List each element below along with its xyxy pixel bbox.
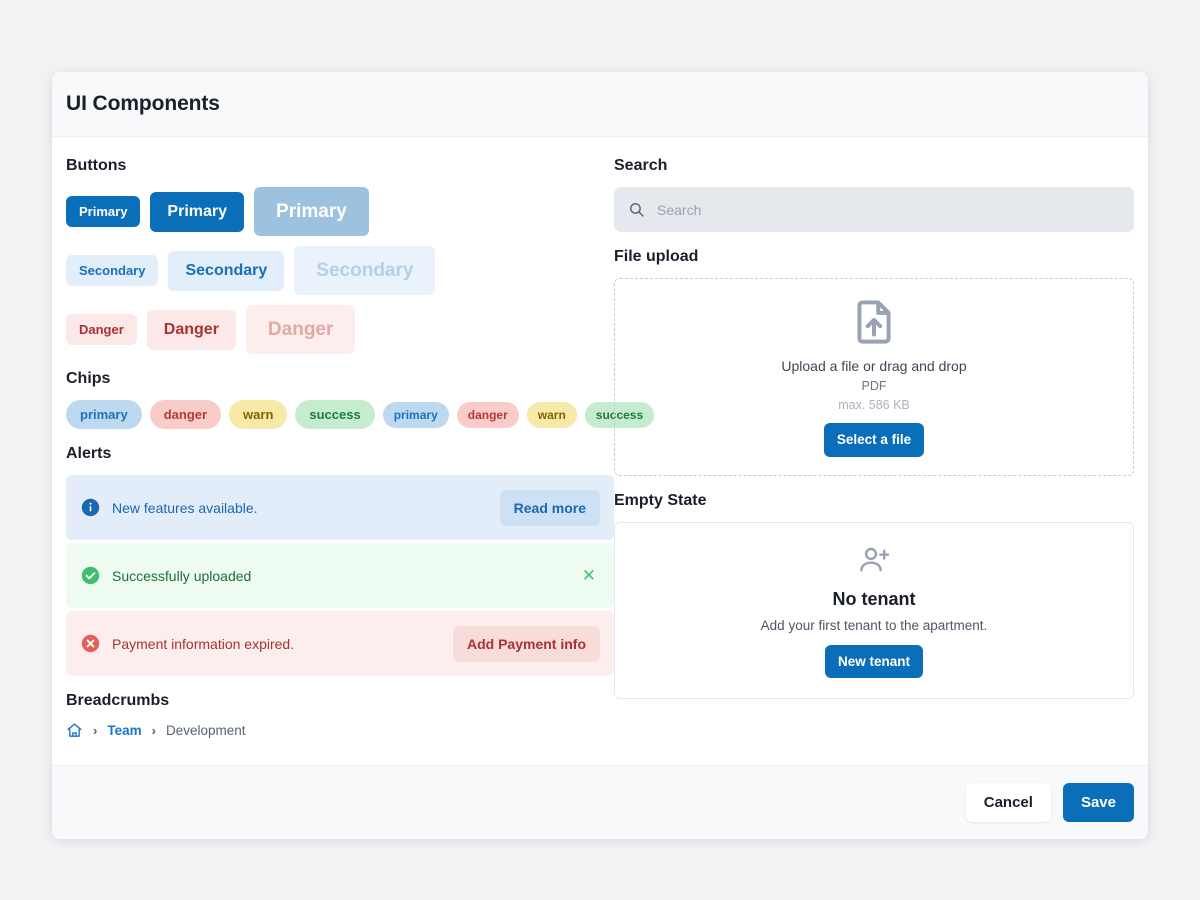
danger-button-small[interactable]: Danger [66, 314, 137, 345]
ui-components-card: UI Components Buttons Primary Primary Pr… [52, 72, 1148, 839]
section-title-buttons: Buttons [66, 157, 127, 174]
info-circle-icon [80, 498, 100, 518]
primary-button-row: Primary Primary Primary [66, 187, 614, 236]
chip-primary-large: primary [66, 400, 142, 429]
file-upload-icon [849, 297, 899, 347]
upload-file-types: PDF [861, 379, 887, 394]
secondary-button-medium[interactable]: Secondary [168, 250, 285, 291]
empty-state-description: Add your first tenant to the apartment. [760, 617, 988, 633]
section-title-breadcrumbs: Breadcrumbs [66, 692, 170, 709]
secondary-button-disabled: Secondary [294, 246, 436, 295]
person-add-icon [856, 543, 892, 579]
primary-button-medium[interactable]: Primary [150, 191, 245, 232]
cancel-button[interactable]: Cancel [965, 783, 1051, 822]
alert-info-action-button[interactable]: Read more [499, 489, 600, 526]
section-title-empty-state: Empty State [614, 492, 707, 509]
card-body: Buttons Primary Primary Primary Secondar… [52, 137, 1148, 765]
danger-button-row: Danger Danger Danger [66, 305, 614, 354]
alert-info: New features available. Read more [66, 475, 614, 540]
section-title-chips: Chips [66, 370, 111, 387]
alert-success-message: Successfully uploaded [112, 567, 252, 584]
new-tenant-button[interactable]: New tenant [824, 644, 923, 679]
close-icon[interactable]: ✕ [578, 565, 600, 586]
chip-danger-small: danger [456, 401, 519, 428]
chip-success-large: success [295, 400, 375, 429]
search-input[interactable] [655, 200, 1120, 219]
primary-button-disabled: Primary [254, 187, 369, 236]
section-title-search: Search [614, 157, 668, 174]
chip-warn-small: warn [526, 401, 577, 428]
secondary-button-small[interactable]: Secondary [66, 255, 159, 286]
alert-info-message: New features available. [112, 499, 258, 516]
breadcrumb-separator-1: › [93, 723, 98, 738]
card-footer: Cancel Save [52, 765, 1148, 839]
upload-max-size: max. 586 KB [838, 398, 910, 413]
breadcrumb: › Team › Development [66, 722, 614, 765]
danger-button-medium[interactable]: Danger [146, 309, 236, 350]
search-icon [628, 201, 645, 218]
breadcrumb-item-development: Development [165, 723, 246, 738]
check-circle-icon [80, 566, 100, 586]
file-upload-dropzone[interactable]: Upload a file or drag and drop PDF max. … [614, 278, 1134, 476]
empty-state-title: No tenant [832, 588, 916, 609]
upload-main-text: Upload a file or drag and drop [781, 358, 967, 375]
chip-warn-large: warn [229, 400, 288, 429]
card-header: UI Components [52, 72, 1148, 137]
section-title-file-upload: File upload [614, 248, 699, 265]
primary-button-small[interactable]: Primary [66, 196, 141, 227]
section-title-alerts: Alerts [66, 445, 112, 462]
save-button[interactable]: Save [1062, 783, 1134, 822]
right-column: Search File upload Upload a file or drag… [614, 137, 1148, 765]
empty-state-panel: No tenant Add your first tenant to the a… [614, 522, 1134, 699]
chip-danger-large: danger [149, 400, 222, 429]
alert-error-message: Payment information expired. [112, 635, 295, 652]
alert-success: Successfully uploaded ✕ [66, 543, 614, 608]
alert-error: Payment information expired. Add Payment… [66, 611, 614, 676]
page-title: UI Components [66, 92, 220, 115]
chip-row: primary danger warn success primary dang… [66, 400, 655, 429]
breadcrumb-separator-2: › [151, 723, 156, 738]
search-field[interactable] [614, 187, 1134, 232]
danger-button-disabled: Danger [245, 305, 356, 354]
breadcrumb-item-team[interactable]: Team [107, 723, 141, 738]
error-circle-icon [80, 634, 100, 654]
left-column: Buttons Primary Primary Primary Secondar… [52, 137, 655, 765]
home-icon[interactable] [66, 722, 83, 739]
secondary-button-row: Secondary Secondary Secondary [66, 246, 614, 295]
select-a-file-button[interactable]: Select a file [823, 423, 925, 457]
chip-primary-small: primary [382, 401, 449, 428]
alert-error-action-button[interactable]: Add Payment info [452, 625, 600, 662]
